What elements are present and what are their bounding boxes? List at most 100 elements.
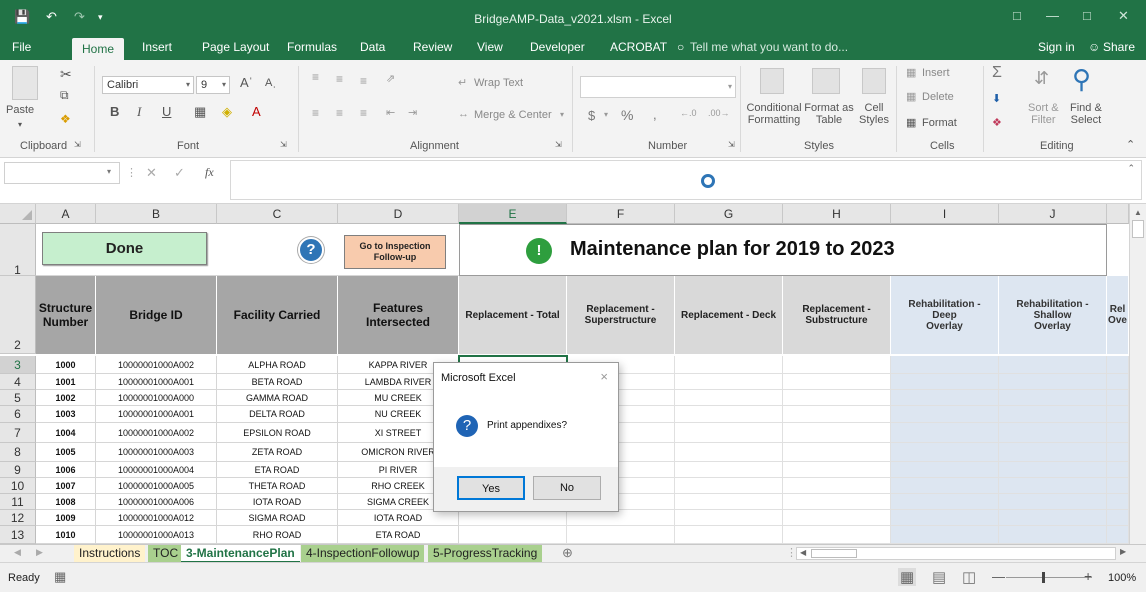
cell-c-row-13[interactable]: RHO ROAD bbox=[217, 526, 338, 544]
h-scroll-thumb[interactable] bbox=[811, 549, 857, 558]
empty-cell[interactable] bbox=[999, 494, 1107, 510]
cell-a-row-13[interactable]: 1010 bbox=[36, 526, 96, 544]
cell-a-row-9[interactable]: 1006 bbox=[36, 462, 96, 478]
empty-cell[interactable] bbox=[459, 526, 567, 544]
cell-b-row-11[interactable]: 10000001000A006 bbox=[96, 494, 217, 510]
cell-d-row-12[interactable]: IOTA ROAD bbox=[338, 510, 459, 526]
cell-b-row-4[interactable]: 10000001000A001 bbox=[96, 374, 217, 390]
cell-b-row-5[interactable]: 10000001000A000 bbox=[96, 390, 217, 406]
row-header-12[interactable]: 12 bbox=[0, 510, 36, 526]
empty-cell[interactable] bbox=[783, 526, 891, 544]
empty-cell[interactable] bbox=[891, 494, 999, 510]
close-button[interactable]: ✕ bbox=[1118, 8, 1129, 24]
align-bottom-icon[interactable]: ≡ bbox=[360, 74, 367, 88]
increase-decimal-icon[interactable]: ←.0 bbox=[680, 108, 697, 118]
help-button[interactable]: ? bbox=[298, 237, 324, 263]
paste-dropdown-icon[interactable]: ▾ bbox=[18, 120, 22, 129]
scroll-sheets-left-icon[interactable]: ◀ bbox=[14, 547, 21, 558]
comma-icon[interactable]: , bbox=[653, 107, 657, 122]
fill-icon[interactable]: ⬇ bbox=[992, 92, 1001, 105]
cell-c-row-12[interactable]: SIGMA ROAD bbox=[217, 510, 338, 526]
sheet-tab-maintenance-plan[interactable]: 3-MaintenancePlan bbox=[181, 545, 300, 563]
cell-a-row-10[interactable]: 1007 bbox=[36, 478, 96, 494]
column-header-a[interactable]: A bbox=[36, 204, 96, 224]
row-header-4[interactable]: 4 bbox=[0, 374, 36, 390]
collapse-ribbon-icon[interactable]: ⌃ bbox=[1126, 138, 1135, 151]
tab-review[interactable]: Review bbox=[413, 40, 452, 54]
paste-button[interactable]: Paste bbox=[6, 104, 34, 116]
chevron-down-icon[interactable]: ▾ bbox=[604, 110, 608, 119]
empty-cell[interactable] bbox=[675, 356, 783, 374]
scroll-right-icon[interactable]: ▶ bbox=[1120, 547, 1126, 556]
cell-c-row-4[interactable]: BETA ROAD bbox=[217, 374, 338, 390]
empty-cell[interactable] bbox=[783, 423, 891, 443]
empty-cell[interactable] bbox=[891, 356, 999, 374]
format-cells-button[interactable]: Format bbox=[922, 117, 957, 129]
align-middle-icon[interactable]: ≡ bbox=[336, 72, 343, 86]
column-header-k[interactable] bbox=[1107, 204, 1129, 224]
share-button[interactable]: Share bbox=[1103, 40, 1135, 54]
tab-data[interactable]: Data bbox=[360, 40, 385, 54]
cell-a-row-6[interactable]: 1003 bbox=[36, 406, 96, 423]
empty-cell[interactable] bbox=[675, 510, 783, 526]
merge-center-button[interactable]: Merge & Center bbox=[474, 109, 552, 121]
bold-icon[interactable]: B bbox=[110, 104, 119, 119]
clipboard-launcher-icon[interactable]: ⇲ bbox=[74, 140, 81, 149]
cell-b-row-12[interactable]: 10000001000A012 bbox=[96, 510, 217, 526]
empty-cell[interactable] bbox=[783, 443, 891, 462]
align-top-icon[interactable]: ≡ bbox=[312, 70, 319, 84]
orientation-icon[interactable]: ⇗ bbox=[386, 72, 395, 85]
sheet-tab-toc[interactable]: TOC bbox=[148, 545, 184, 563]
empty-cell[interactable] bbox=[675, 423, 783, 443]
row-header-13[interactable]: 13 bbox=[0, 526, 36, 544]
cell-c-row-5[interactable]: GAMMA ROAD bbox=[217, 390, 338, 406]
cell-a-row-8[interactable]: 1005 bbox=[36, 443, 96, 462]
cell-d-row-13[interactable]: ETA ROAD bbox=[338, 526, 459, 544]
currency-icon[interactable]: $ bbox=[588, 108, 595, 123]
scroll-thumb[interactable] bbox=[1132, 220, 1144, 238]
zoom-in-button[interactable]: + bbox=[1084, 568, 1092, 584]
empty-cell[interactable] bbox=[891, 462, 999, 478]
italic-icon[interactable]: I bbox=[137, 104, 141, 120]
empty-cell[interactable] bbox=[999, 423, 1107, 443]
empty-cell[interactable] bbox=[675, 462, 783, 478]
row-header-8[interactable]: 8 bbox=[0, 443, 36, 462]
empty-cell[interactable] bbox=[1107, 406, 1129, 423]
copy-icon[interactable]: ⧉ bbox=[60, 88, 69, 103]
cell-c-row-10[interactable]: THETA ROAD bbox=[217, 478, 338, 494]
empty-cell[interactable] bbox=[675, 526, 783, 544]
increase-indent-icon[interactable]: ⇥ bbox=[408, 106, 417, 119]
scroll-sheets-right-icon[interactable]: ▶ bbox=[36, 547, 43, 558]
sheet-tab-instructions[interactable]: Instructions bbox=[74, 545, 146, 563]
empty-cell[interactable] bbox=[1107, 356, 1129, 374]
format-as-table-button[interactable]: Format as Table bbox=[804, 102, 854, 126]
font-size-box[interactable]: 9 ▾ bbox=[196, 76, 230, 94]
row-header-11[interactable]: 11 bbox=[0, 494, 36, 510]
empty-cell[interactable] bbox=[1107, 390, 1129, 406]
macro-recording-icon[interactable]: ▦ bbox=[54, 569, 66, 585]
decrease-decimal-icon[interactable]: .00→ bbox=[708, 108, 730, 118]
insert-function-button[interactable]: fx bbox=[205, 165, 214, 180]
empty-cell[interactable] bbox=[1107, 526, 1129, 544]
vertical-scrollbar[interactable]: ▲ bbox=[1129, 204, 1146, 544]
page-break-view-icon[interactable]: ◫ bbox=[962, 568, 976, 586]
column-header-g[interactable]: G bbox=[675, 204, 783, 224]
alignment-launcher-icon[interactable]: ⇲ bbox=[555, 140, 562, 149]
empty-cell[interactable] bbox=[1107, 374, 1129, 390]
empty-cell[interactable] bbox=[783, 390, 891, 406]
wrap-text-button[interactable]: Wrap Text bbox=[474, 77, 523, 89]
format-painter-icon[interactable]: ❖ bbox=[60, 112, 71, 126]
tab-page-layout[interactable]: Page Layout bbox=[202, 40, 269, 54]
empty-cell[interactable] bbox=[675, 443, 783, 462]
sheet-tab-inspection-followup[interactable]: 4-InspectionFollowup bbox=[301, 545, 425, 563]
expand-formula-icon[interactable]: ⌃ bbox=[1127, 163, 1135, 174]
tab-view[interactable]: View bbox=[477, 40, 503, 54]
column-header-h[interactable]: H bbox=[783, 204, 891, 224]
delete-cells-button[interactable]: Delete bbox=[922, 91, 954, 103]
tab-file[interactable]: File bbox=[12, 40, 31, 54]
empty-cell[interactable] bbox=[999, 478, 1107, 494]
add-sheet-icon[interactable]: ⊕ bbox=[562, 545, 573, 561]
percent-icon[interactable]: % bbox=[621, 107, 633, 123]
tab-insert[interactable]: Insert bbox=[142, 40, 172, 54]
empty-cell[interactable] bbox=[999, 390, 1107, 406]
